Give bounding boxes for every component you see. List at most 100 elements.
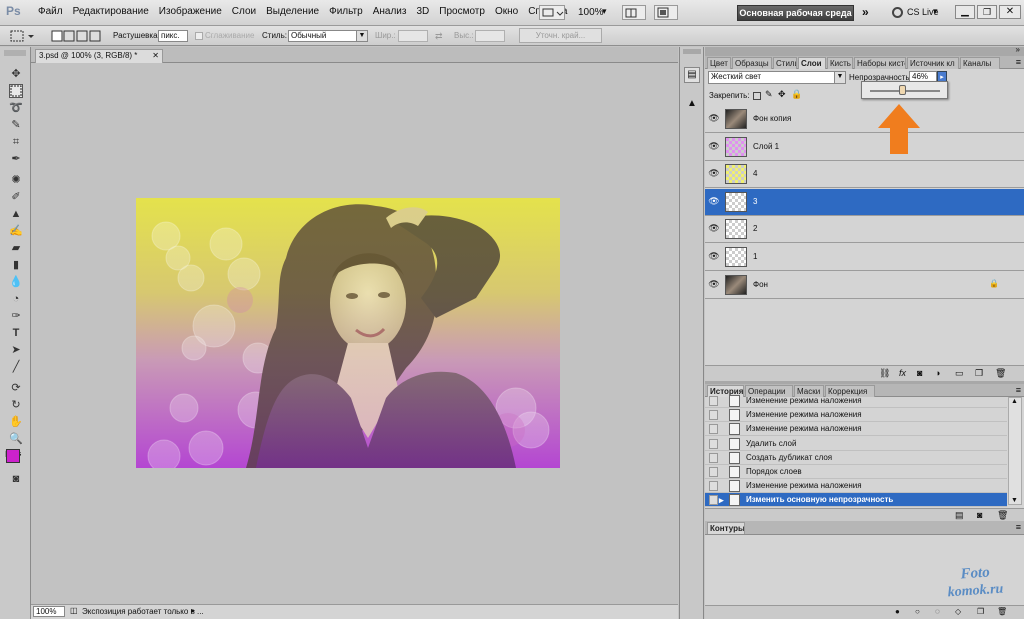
clone-stamp-tool-icon[interactable]: ▲ xyxy=(9,207,23,221)
visibility-eye-icon[interactable]: 👁 xyxy=(708,168,720,180)
width-input[interactable] xyxy=(398,30,428,42)
layer-row[interactable]: 👁 2 xyxy=(705,216,1024,244)
history-source-box[interactable] xyxy=(709,424,718,435)
paths-menu-icon[interactable]: ≡ xyxy=(1016,522,1021,532)
status-info-icon[interactable]: ◫ xyxy=(70,606,78,615)
blur-tool-icon[interactable]: 💧 xyxy=(9,275,23,289)
history-item[interactable]: Изменение режима наложения xyxy=(705,394,1007,408)
history-panel-icon[interactable]: ▤ xyxy=(684,67,700,83)
tab-layers_panel-6[interactable]: Источник кл xyxy=(907,57,959,69)
menu-item[interactable]: Редактирование xyxy=(69,6,155,17)
panel-menu-icon[interactable]: ≡ xyxy=(1016,57,1021,67)
3d-rotate-tool-icon[interactable]: ⟳ xyxy=(9,381,23,395)
menu-item[interactable]: Фильтр xyxy=(325,6,369,17)
adjustment-layer-icon[interactable]: ◑ xyxy=(935,368,940,378)
close-button[interactable]: ✕ xyxy=(999,5,1021,19)
zoom-chevron-icon[interactable]: ▾ xyxy=(602,6,607,17)
layer-row[interactable]: 👁 Слой 1 xyxy=(705,133,1024,161)
visibility-eye-icon[interactable]: 👁 xyxy=(708,113,720,125)
make-path-icon[interactable]: ◇ xyxy=(955,607,961,616)
tab-layers_panel-0[interactable]: Цвет xyxy=(707,57,731,69)
tab-layers_panel-5[interactable]: Наборы кисте xyxy=(854,57,906,69)
swap-icon[interactable]: ⇄ xyxy=(435,31,443,42)
selection-mode-buttons[interactable] xyxy=(50,29,102,43)
document-image[interactable] xyxy=(136,198,560,468)
3d-orbit-tool-icon[interactable]: ↻ xyxy=(9,398,23,412)
menu-item[interactable]: Файл xyxy=(34,6,69,17)
workspace-button[interactable]: Основная рабочая среда xyxy=(737,5,854,21)
new-path-icon[interactable]: ❐ xyxy=(977,607,984,616)
path-select-tool-icon[interactable]: ➤ xyxy=(9,343,23,357)
history-item[interactable]: ▸ Изменить основную непрозрачность xyxy=(705,493,1007,508)
lock-transparency-icon[interactable] xyxy=(753,92,761,100)
panel-header-bar[interactable]: » xyxy=(705,45,1024,56)
history-item[interactable]: Изменение режима наложения xyxy=(705,422,1007,437)
visibility-eye-icon[interactable]: 👁 xyxy=(708,223,720,235)
new-snapshot-icon[interactable]: ◙ xyxy=(977,510,982,520)
lock-position-icon[interactable]: ✥ xyxy=(778,89,786,100)
tab-paths[interactable]: Контуры xyxy=(707,522,745,534)
zoom-tool-icon[interactable]: 🔍 xyxy=(9,432,23,446)
document-tab[interactable]: 3.psd @ 100% (3, RGB/8) * ✕ xyxy=(35,49,163,63)
lasso-tool-icon[interactable]: ➰ xyxy=(9,101,23,115)
new-group-icon[interactable]: ▭ xyxy=(955,368,964,379)
quick-select-tool-icon[interactable]: ✎ xyxy=(9,118,23,132)
link-layers-icon[interactable]: ⛓ xyxy=(879,368,890,379)
add-mask-icon[interactable]: ◙ xyxy=(917,368,922,378)
pen-tool-icon[interactable]: ✑ xyxy=(9,309,23,323)
menu-item[interactable]: Анализ xyxy=(369,6,413,17)
status-menu-icon[interactable]: ▸ xyxy=(191,606,195,615)
blend-mode-select[interactable]: Жесткий свет ▼ xyxy=(708,71,846,84)
lock-all-icon[interactable]: 🔒 xyxy=(791,89,802,100)
feather-input[interactable]: пикс. xyxy=(158,30,188,42)
tab-layers_panel-4[interactable]: Кисть xyxy=(827,57,853,69)
layer-style-icon[interactable]: fx xyxy=(899,368,906,378)
history-source-box[interactable] xyxy=(709,452,718,463)
actions-panel-icon[interactable]: ▲ xyxy=(684,97,700,113)
history-source-box[interactable] xyxy=(709,481,718,492)
marquee-tool-icon[interactable] xyxy=(9,84,23,98)
history-item[interactable]: Изменение режима наложения xyxy=(705,479,1007,494)
history-item[interactable]: Порядок слоев xyxy=(705,465,1007,479)
eraser-tool-icon[interactable]: ▰ xyxy=(9,241,23,255)
history-source-box[interactable] xyxy=(709,467,718,477)
type-tool-icon[interactable]: T xyxy=(9,326,23,340)
height-input[interactable] xyxy=(475,30,505,42)
delete-path-icon[interactable]: 🗑 xyxy=(997,607,1007,616)
menu-item[interactable]: Просмотр xyxy=(435,6,491,17)
foreground-color-swatch[interactable] xyxy=(6,449,20,463)
layer-row[interactable]: 👁 3 xyxy=(705,188,1024,216)
cs-live-button[interactable]: CS Live ▾ xyxy=(890,5,942,21)
scroll-down-icon[interactable]: ▼ xyxy=(1011,497,1018,504)
menu-item[interactable]: Слои xyxy=(228,6,262,17)
canvas-area[interactable] xyxy=(31,63,678,604)
new-document-from-state-icon[interactable]: ▤ xyxy=(955,510,964,521)
stroke-path-icon[interactable]: ○ xyxy=(915,607,920,616)
tab-layers_panel-7[interactable]: Каналы xyxy=(960,57,1000,69)
gradient-tool-icon[interactable]: ▮ xyxy=(9,258,23,272)
style-select[interactable]: Обычный ▼ xyxy=(288,30,368,42)
layer-row[interactable]: 👁 4 xyxy=(705,161,1024,189)
screen-mode-button[interactable] xyxy=(654,5,678,20)
opacity-slider-thumb[interactable] xyxy=(899,85,907,95)
tab-layers_panel-1[interactable]: Образцы xyxy=(732,57,772,69)
minimize-button[interactable]: ▁ xyxy=(955,5,975,19)
delete-layer-icon[interactable]: 🗑 xyxy=(995,368,1006,379)
history-source-box[interactable] xyxy=(709,410,718,421)
layer-row[interactable]: 👁 Фон копия xyxy=(705,106,1024,133)
strip-grip[interactable] xyxy=(683,49,701,54)
more-workspaces-icon[interactable]: » xyxy=(862,5,869,19)
delete-state-icon[interactable]: 🗑 xyxy=(997,510,1008,521)
line-tool-icon[interactable]: ╱ xyxy=(9,360,23,374)
menu-item[interactable]: Окно xyxy=(491,6,524,17)
history-item[interactable]: Изменение режима наложения xyxy=(705,408,1007,423)
history-source-box[interactable] xyxy=(709,396,718,406)
layer-row[interactable]: 👁 1 xyxy=(705,244,1024,271)
antialias-checkbox[interactable] xyxy=(195,32,203,40)
history-source-box[interactable] xyxy=(709,495,718,506)
tab-layers_panel-2[interactable]: Стили xyxy=(773,57,797,69)
healing-brush-tool-icon[interactable]: ✺ xyxy=(9,173,23,187)
menu-item[interactable]: Выделение xyxy=(262,6,325,17)
quick-mask-icon[interactable]: ◙ xyxy=(9,472,23,486)
arrange-documents-button[interactable] xyxy=(622,5,646,20)
